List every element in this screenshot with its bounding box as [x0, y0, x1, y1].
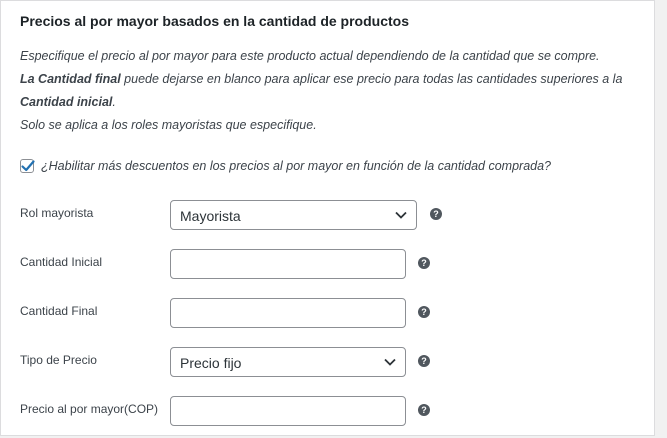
checkmark-icon [21, 160, 35, 172]
description-line-1: Especifique el precio al por mayor para … [20, 49, 600, 63]
help-icon[interactable]: ? [418, 257, 430, 269]
description-line-3: Solo se aplica a los roles mayoristas qu… [20, 118, 317, 132]
description-bold-cantidad-inicial: Cantidad inicial [20, 95, 113, 109]
section-description: Especifique el precio al por mayor para … [20, 45, 640, 137]
chevron-down-icon [395, 211, 407, 219]
wholesale-quantity-panel: Precios al por mayor basados en la canti… [0, 0, 655, 436]
precio-mayor-label: Precio al por mayor(COP) [20, 402, 159, 416]
description-bold-cantidad-final: La Cantidad final [20, 72, 121, 86]
help-icon[interactable]: ? [418, 404, 430, 416]
description-line-2-text: puede dejarse en blanco para aplicar ese… [120, 72, 623, 86]
precio-mayor-input[interactable] [170, 396, 406, 426]
description-line-2-end: . [112, 95, 116, 109]
chevron-down-icon [384, 358, 396, 366]
tipo-precio-value: Precio fijo [180, 355, 242, 371]
enable-discounts-checkbox[interactable] [20, 159, 35, 173]
description-line-2: La Cantidad final puede dejarse en blanc… [20, 68, 640, 114]
tipo-precio-select[interactable]: Precio fijo [170, 347, 406, 377]
rol-mayorista-value: Mayorista [180, 208, 241, 224]
cantidad-inicial-input[interactable] [170, 249, 406, 279]
cantidad-final-label: Cantidad Final [20, 304, 98, 318]
enable-discounts-label[interactable]: ¿Habilitar más descuentos en los precios… [41, 159, 551, 173]
tipo-precio-label: Tipo de Precio [20, 353, 97, 367]
cantidad-final-input[interactable] [170, 298, 406, 328]
enable-discounts-row: ¿Habilitar más descuentos en los precios… [20, 159, 551, 173]
rol-mayorista-label: Rol mayorista [20, 206, 94, 220]
help-icon[interactable]: ? [418, 355, 430, 367]
help-icon[interactable]: ? [430, 208, 442, 220]
rol-mayorista-select[interactable]: Mayorista [170, 200, 417, 230]
section-title: Precios al por mayor basados en la canti… [20, 13, 409, 29]
help-icon[interactable]: ? [418, 306, 430, 318]
cantidad-inicial-label: Cantidad Inicial [20, 255, 103, 269]
